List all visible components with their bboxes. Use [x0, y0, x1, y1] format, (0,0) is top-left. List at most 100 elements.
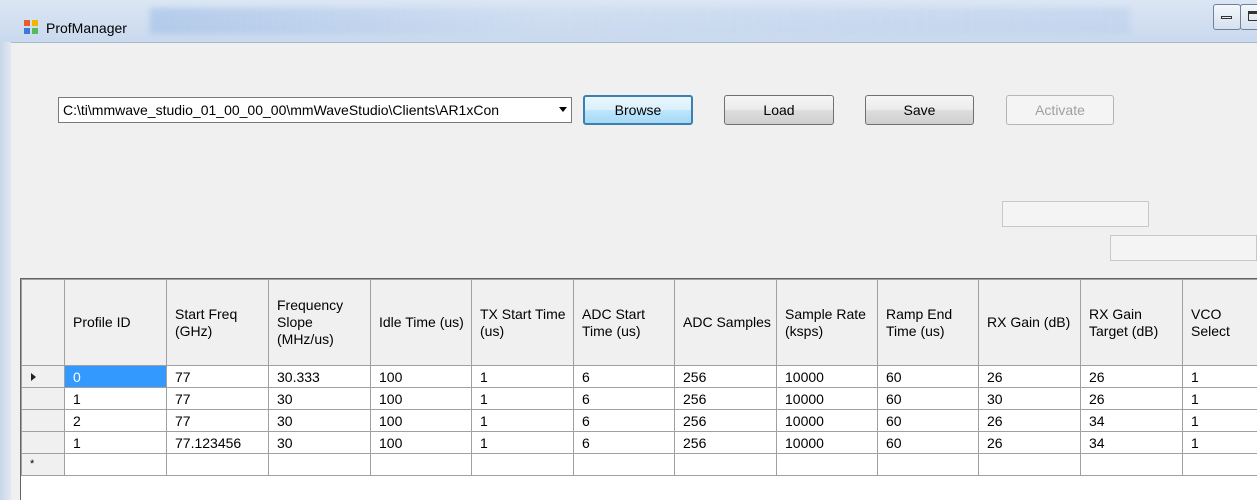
- table-cell[interactable]: 60: [877, 409, 979, 432]
- table-cell[interactable]: 77: [166, 409, 269, 432]
- column-header[interactable]: Sample Rate (ksps): [776, 279, 878, 366]
- row-header[interactable]: [21, 431, 65, 454]
- profile-grid[interactable]: Profile ID Start Freq (GHz) Frequency Sl…: [20, 278, 1257, 500]
- column-header[interactable]: Profile ID: [64, 279, 167, 366]
- table-cell[interactable]: 26: [978, 431, 1081, 454]
- table-cell[interactable]: 30: [978, 387, 1081, 410]
- table-cell[interactable]: 1: [1182, 431, 1257, 454]
- new-row[interactable]: *: [21, 453, 1257, 476]
- table-cell[interactable]: [166, 453, 269, 476]
- table-cell[interactable]: 34: [1080, 409, 1183, 432]
- table-cell[interactable]: 1: [64, 387, 167, 410]
- table-cell[interactable]: 77.123456: [166, 431, 269, 454]
- table-cell[interactable]: 100: [370, 431, 472, 454]
- column-header[interactable]: Frequency Slope (MHz/us): [268, 279, 371, 366]
- table-cell[interactable]: [1182, 453, 1257, 476]
- table-cell[interactable]: 30: [268, 431, 371, 454]
- table-cell[interactable]: 256: [674, 431, 777, 454]
- table-row[interactable]: 0 77 30.333 100 1 6 256 10000 60 26 26 1: [21, 365, 1257, 388]
- table-cell[interactable]: 1: [471, 409, 574, 432]
- table-cell[interactable]: 34: [1080, 431, 1183, 454]
- table-cell[interactable]: 26: [978, 409, 1081, 432]
- header-row: Profile ID Start Freq (GHz) Frequency Sl…: [21, 279, 1257, 366]
- table-cell[interactable]: [674, 453, 777, 476]
- table-cell[interactable]: 1: [1182, 365, 1257, 388]
- table-cell[interactable]: 1: [1182, 387, 1257, 410]
- minimize-icon: [1221, 16, 1232, 19]
- table-cell[interactable]: [268, 453, 371, 476]
- table-cell[interactable]: 1: [471, 365, 574, 388]
- row-header[interactable]: [21, 365, 65, 388]
- status-textbox-2[interactable]: [1110, 235, 1257, 261]
- table-cell[interactable]: 30: [268, 387, 371, 410]
- table-cell[interactable]: 1: [471, 431, 574, 454]
- save-button[interactable]: Save: [865, 95, 974, 125]
- table-cell[interactable]: [370, 453, 472, 476]
- table-cell[interactable]: 10000: [776, 409, 878, 432]
- column-header[interactable]: Idle Time (us): [370, 279, 472, 366]
- browse-button[interactable]: Browse: [583, 95, 693, 125]
- row-header[interactable]: *: [21, 453, 65, 476]
- table-cell[interactable]: 60: [877, 431, 979, 454]
- status-textbox-1[interactable]: [1002, 201, 1149, 227]
- table-cell[interactable]: 60: [877, 387, 979, 410]
- table-cell[interactable]: [776, 453, 878, 476]
- table-cell[interactable]: 6: [573, 409, 675, 432]
- table-cell[interactable]: 10000: [776, 365, 878, 388]
- row-header[interactable]: [21, 387, 65, 410]
- column-header[interactable]: TX Start Time (us): [471, 279, 574, 366]
- table-cell[interactable]: 100: [370, 409, 472, 432]
- profile-table: Profile ID Start Freq (GHz) Frequency Sl…: [21, 279, 1257, 476]
- table-cell[interactable]: 6: [573, 431, 675, 454]
- table-cell[interactable]: 1: [1182, 409, 1257, 432]
- profile-path-combobox[interactable]: C:\ti\mmwave_studio_01_00_00_00\mmWaveSt…: [58, 97, 572, 123]
- current-row-arrow-icon: [31, 373, 36, 381]
- table-cell[interactable]: 256: [674, 365, 777, 388]
- corner-header[interactable]: [21, 279, 65, 366]
- column-header[interactable]: Start Freq (GHz): [166, 279, 269, 366]
- table-cell[interactable]: 6: [573, 387, 675, 410]
- column-header[interactable]: ADC Samples: [674, 279, 777, 366]
- table-cell[interactable]: 1: [64, 431, 167, 454]
- column-header[interactable]: RX Gain (dB): [978, 279, 1081, 366]
- table-row[interactable]: 2 77 30 100 1 6 256 10000 60 26 34 1: [21, 409, 1257, 432]
- load-button[interactable]: Load: [724, 95, 834, 125]
- table-cell[interactable]: 10000: [776, 431, 878, 454]
- chevron-down-icon[interactable]: [559, 107, 567, 112]
- column-header[interactable]: Ramp End Time (us): [877, 279, 979, 366]
- column-header[interactable]: RX Gain Target (dB): [1080, 279, 1183, 366]
- column-header[interactable]: ADC Start Time (us): [573, 279, 675, 366]
- table-cell[interactable]: 2: [64, 409, 167, 432]
- table-cell[interactable]: [978, 453, 1081, 476]
- table-cell[interactable]: [64, 453, 167, 476]
- table-cell[interactable]: 26: [1080, 365, 1183, 388]
- table-cell[interactable]: 6: [573, 365, 675, 388]
- title-bar: ProfManager: [0, 0, 1257, 43]
- table-row[interactable]: 1 77 30 100 1 6 256 10000 60 30 26 1: [21, 387, 1257, 410]
- table-cell[interactable]: 1: [471, 387, 574, 410]
- table-cell[interactable]: 100: [370, 387, 472, 410]
- table-cell[interactable]: 256: [674, 409, 777, 432]
- table-cell[interactable]: 30: [268, 409, 371, 432]
- table-cell[interactable]: 0: [64, 365, 167, 388]
- table-cell[interactable]: 60: [877, 365, 979, 388]
- activate-button: Activate: [1006, 95, 1114, 125]
- app-icon: [24, 20, 38, 34]
- minimize-button[interactable]: [1213, 4, 1241, 30]
- table-cell[interactable]: [471, 453, 574, 476]
- table-cell[interactable]: 26: [978, 365, 1081, 388]
- table-cell[interactable]: 77: [166, 387, 269, 410]
- table-row[interactable]: 1 77.123456 30 100 1 6 256 10000 60 26 34 1: [21, 431, 1257, 454]
- table-cell[interactable]: 256: [674, 387, 777, 410]
- maximize-button[interactable]: [1240, 4, 1257, 30]
- table-cell[interactable]: [877, 453, 979, 476]
- table-cell[interactable]: 77: [166, 365, 269, 388]
- column-header[interactable]: VCO Select: [1182, 279, 1257, 366]
- table-cell[interactable]: 100: [370, 365, 472, 388]
- table-cell[interactable]: 26: [1080, 387, 1183, 410]
- table-cell[interactable]: [573, 453, 675, 476]
- table-cell[interactable]: [1080, 453, 1183, 476]
- table-cell[interactable]: 10000: [776, 387, 878, 410]
- row-header[interactable]: [21, 409, 65, 432]
- table-cell[interactable]: 30.333: [268, 365, 371, 388]
